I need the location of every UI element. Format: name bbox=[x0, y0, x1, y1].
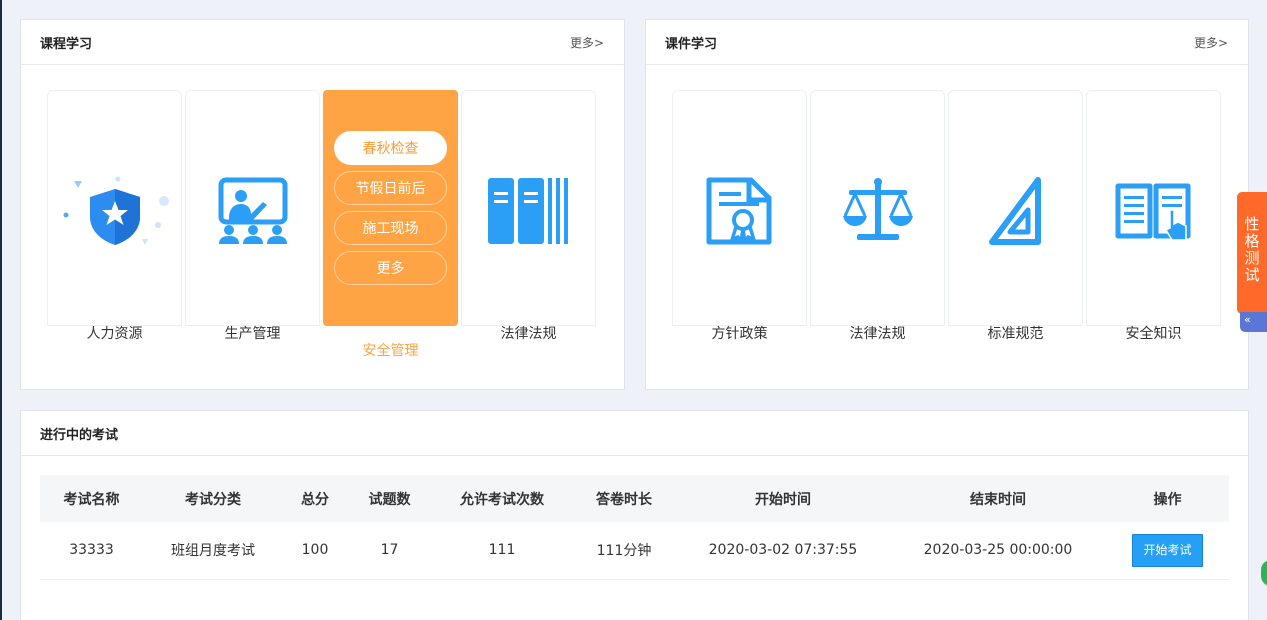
exam-panel-header: 进行中的考试 bbox=[21, 411, 1248, 456]
course-card-label-active: 安全管理 bbox=[362, 343, 419, 359]
collapse-chevron-icon[interactable]: « bbox=[1240, 312, 1267, 332]
courseware-panel-title: 课件学习 bbox=[665, 36, 718, 52]
courseware-card-label: 法律法规 bbox=[849, 326, 906, 342]
certificate-icon bbox=[673, 173, 806, 249]
courseware-card-law[interactable]: 法律法规 bbox=[810, 90, 945, 342]
courseware-card-standard[interactable]: 标准规范 bbox=[948, 90, 1083, 342]
sub-item-more[interactable]: 更多 bbox=[334, 251, 447, 285]
exam-total-score: 100 bbox=[283, 522, 347, 580]
exam-start-time: 2020-03-02 07:37:55 bbox=[676, 522, 890, 580]
safety-sub-list: 春秋检查 节假日前后 施工现场 更多 bbox=[334, 131, 447, 291]
floating-service-icon[interactable] bbox=[1261, 560, 1267, 586]
column-header: 开始时间 bbox=[676, 475, 890, 522]
exam-table-header: 考试名称 考试分类 总分 试题数 允许考试次数 答卷时长 开始时间 结束时间 操… bbox=[40, 475, 1229, 522]
column-header: 操作 bbox=[1106, 475, 1229, 522]
column-header: 总分 bbox=[283, 475, 347, 522]
exam-allowed-attempts: 111 bbox=[432, 522, 572, 580]
triangle-ruler-icon bbox=[949, 173, 1082, 249]
course-cards: 人力资源 生产管理 春秋检查 节假日前后 施工现场 更多 安全管理 法律法规 bbox=[47, 90, 599, 359]
course-panel-header: 课程学习 更多> bbox=[21, 20, 624, 65]
open-book-icon bbox=[1087, 173, 1220, 249]
scales-icon bbox=[811, 173, 944, 249]
course-more-link[interactable]: 更多> bbox=[570, 34, 604, 51]
courseware-card-label: 标准规范 bbox=[987, 326, 1044, 342]
personality-test-tab[interactable]: 性格测试 bbox=[1237, 192, 1267, 314]
course-card-production[interactable]: 生产管理 bbox=[185, 90, 320, 342]
table-row: 33333 班组月度考试 100 17 111 111分钟 2020-03-02… bbox=[40, 522, 1229, 580]
column-header: 试题数 bbox=[347, 475, 432, 522]
hr-shield-icon bbox=[48, 173, 181, 249]
course-card-hr[interactable]: 人力资源 bbox=[47, 90, 182, 342]
start-exam-button[interactable]: 开始考试 bbox=[1132, 533, 1203, 567]
teaching-board-icon bbox=[186, 173, 319, 249]
courseware-panel: 课件学习 更多> 方针政策 法律法规 标准规范 安全知识 bbox=[645, 19, 1249, 390]
course-card-law[interactable]: 法律法规 bbox=[461, 90, 596, 342]
exam-table: 考试名称 考试分类 总分 试题数 允许考试次数 答卷时长 开始时间 结束时间 操… bbox=[40, 475, 1229, 580]
column-header: 答卷时长 bbox=[572, 475, 676, 522]
column-header: 考试分类 bbox=[143, 475, 283, 522]
left-edge bbox=[0, 0, 2, 620]
courseware-card-label: 方针政策 bbox=[711, 326, 768, 342]
courseware-card-safety-knowledge[interactable]: 安全知识 bbox=[1086, 90, 1221, 342]
courseware-panel-header: 课件学习 更多> bbox=[646, 20, 1248, 65]
exam-question-count: 17 bbox=[347, 522, 432, 580]
exam-panel-title: 进行中的考试 bbox=[40, 427, 119, 443]
course-card-label: 人力资源 bbox=[86, 326, 143, 342]
course-card-label: 法律法规 bbox=[500, 326, 557, 342]
exam-panel: 进行中的考试 考试名称 考试分类 总分 试题数 允许考试次数 答卷时长 开始时间… bbox=[20, 410, 1249, 620]
exam-duration: 111分钟 bbox=[572, 522, 676, 580]
sub-item-construction-site[interactable]: 施工现场 bbox=[334, 211, 447, 245]
books-icon bbox=[462, 173, 595, 249]
courseware-card-policy[interactable]: 方针政策 bbox=[672, 90, 807, 342]
course-panel: 课程学习 更多> 人力资源 生产管理 春秋检查 节假日前后 施工现场 更多 安全… bbox=[20, 19, 625, 390]
course-panel-title: 课程学习 bbox=[40, 36, 93, 52]
courseware-card-label: 安全知识 bbox=[1125, 326, 1182, 342]
column-header: 结束时间 bbox=[890, 475, 1106, 522]
course-card-safety[interactable]: 春秋检查 节假日前后 施工现场 更多 安全管理 bbox=[323, 90, 458, 359]
courseware-more-link[interactable]: 更多> bbox=[1194, 34, 1228, 51]
column-header: 允许考试次数 bbox=[432, 475, 572, 522]
exam-name: 33333 bbox=[40, 522, 143, 580]
exam-end-time: 2020-03-25 00:00:00 bbox=[890, 522, 1106, 580]
sub-item-spring-autumn-check[interactable]: 春秋检查 bbox=[334, 131, 447, 165]
exam-action-cell: 开始考试 bbox=[1106, 522, 1229, 580]
sub-item-holiday[interactable]: 节假日前后 bbox=[334, 171, 447, 205]
column-header: 考试名称 bbox=[40, 475, 143, 522]
course-card-label: 生产管理 bbox=[224, 326, 281, 342]
personality-test-label: 性格测试 bbox=[1244, 215, 1260, 284]
exam-category: 班组月度考试 bbox=[143, 522, 283, 580]
courseware-cards: 方针政策 法律法规 标准规范 安全知识 bbox=[672, 90, 1224, 342]
